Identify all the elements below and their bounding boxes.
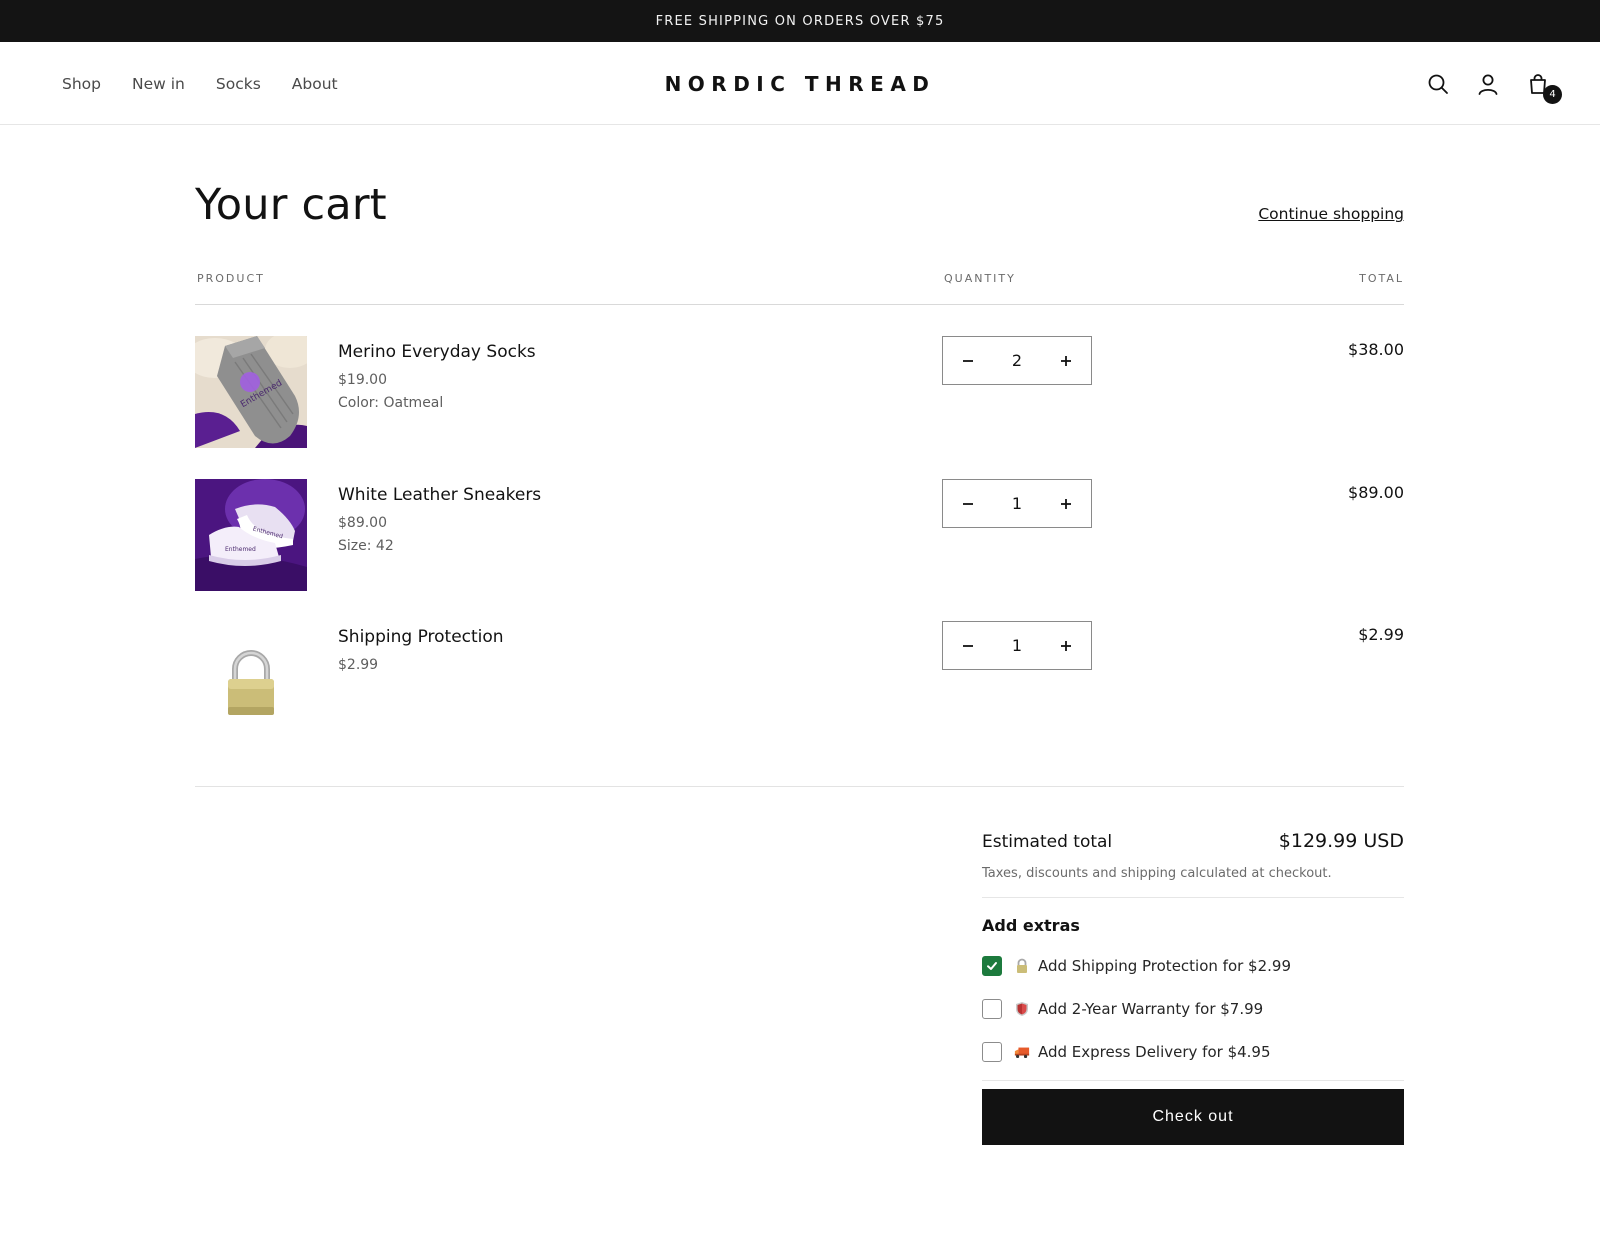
- item-name[interactable]: Merino Everyday Socks: [338, 342, 536, 362]
- quantity-stepper: [942, 621, 1092, 670]
- product-image-socks[interactable]: Enthemed: [195, 336, 307, 448]
- svg-text:Enthemed: Enthemed: [225, 546, 256, 553]
- main-nav: Shop New in Socks About: [62, 42, 338, 125]
- plus-icon: [1061, 355, 1071, 366]
- column-header-quantity: QUANTITY: [944, 272, 1016, 285]
- padlock-icon: [1014, 958, 1030, 974]
- item-price: $19.00: [338, 372, 387, 388]
- cart-item: Enthemed Enthemed White Leather Sneakers…: [195, 479, 1404, 591]
- nav-item-about[interactable]: About: [292, 75, 338, 93]
- item-line-total: $2.99: [1358, 625, 1404, 644]
- decrease-quantity-button[interactable]: [943, 337, 993, 384]
- extra-label: Add Express Delivery for $4.95: [1038, 1043, 1271, 1061]
- quantity-input[interactable]: [994, 351, 1040, 370]
- table-header-divider: [195, 304, 1404, 305]
- quantity-input[interactable]: [994, 494, 1040, 513]
- cart-count-badge: 4: [1543, 84, 1562, 104]
- quantity-input[interactable]: [994, 636, 1040, 655]
- quantity-stepper: [942, 479, 1092, 528]
- nav-item-socks[interactable]: Socks: [216, 75, 261, 93]
- cart-summary: Estimated total $129.99 USD Taxes, disco…: [982, 830, 1404, 1145]
- quantity-stepper: [942, 336, 1092, 385]
- page-title: Your cart: [195, 180, 387, 230]
- extra-label: Add Shipping Protection for $2.99: [1038, 957, 1292, 975]
- item-line-total: $89.00: [1348, 483, 1404, 502]
- minus-icon: [963, 502, 973, 505]
- cart-item: Shipping Protection $2.99 $2.99: [195, 621, 1404, 733]
- extra-label: Add 2-Year Warranty for $7.99: [1038, 1000, 1264, 1018]
- increase-quantity-button[interactable]: [1041, 337, 1091, 384]
- item-line-total: $38.00: [1348, 340, 1404, 359]
- cart-items-divider: [195, 786, 1404, 787]
- increase-quantity-button[interactable]: [1041, 480, 1091, 527]
- checkmark-icon: [987, 962, 997, 970]
- plus-icon: [1061, 640, 1071, 651]
- item-info: Shipping Protection $2.99: [338, 627, 504, 680]
- item-price: $89.00: [338, 515, 387, 531]
- minus-icon: [963, 359, 973, 362]
- estimated-total-row: Estimated total $129.99 USD: [982, 830, 1404, 852]
- item-info: Merino Everyday Socks $19.00 Color: Oatm…: [338, 342, 536, 418]
- cart-icon[interactable]: 4: [1526, 72, 1562, 104]
- increase-quantity-button[interactable]: [1041, 622, 1091, 669]
- plus-icon: [1061, 498, 1071, 509]
- account-icon[interactable]: [1476, 72, 1500, 96]
- checkout-button[interactable]: Check out: [982, 1089, 1404, 1145]
- item-price: $2.99: [338, 657, 379, 673]
- extra-option-express-delivery[interactable]: Add Express Delivery for $4.95: [982, 1041, 1404, 1063]
- padlock-icon: [228, 650, 274, 715]
- column-header-total: TOTAL: [1359, 272, 1404, 285]
- search-icon[interactable]: [1426, 72, 1450, 96]
- extra-option-warranty[interactable]: Add 2-Year Warranty for $7.99: [982, 998, 1404, 1020]
- product-image-sneakers[interactable]: Enthemed Enthemed: [195, 479, 307, 591]
- item-name[interactable]: White Leather Sneakers: [338, 485, 541, 505]
- announcement-text: FREE SHIPPING ON ORDERS OVER $75: [655, 13, 945, 29]
- estimated-total-value: $129.99 USD: [1278, 830, 1404, 852]
- item-info: White Leather Sneakers $89.00 Size: 42: [338, 485, 541, 561]
- announcement-bar: FREE SHIPPING ON ORDERS OVER $75: [0, 0, 1600, 42]
- add-extras-heading: Add extras: [982, 916, 1080, 935]
- item-name[interactable]: Shipping Protection: [338, 627, 504, 647]
- item-option: Color: Oatmeal: [338, 395, 444, 411]
- cart-item: Enthemed Merino Everyday Socks $19.00 Co…: [195, 336, 1404, 448]
- tax-note: Taxes, discounts and shipping calculated…: [982, 866, 1332, 881]
- site-header: Shop New in Socks About NORDIC THREAD 4: [0, 42, 1600, 125]
- extras-divider: [982, 1080, 1404, 1081]
- estimated-total-label: Estimated total: [982, 832, 1113, 852]
- extra-option-shipping-protection[interactable]: Add Shipping Protection for $2.99: [982, 955, 1404, 977]
- extra-checkbox[interactable]: [982, 1042, 1002, 1062]
- summary-divider: [982, 897, 1404, 898]
- extra-checkbox[interactable]: [982, 999, 1002, 1019]
- item-option: Size: 42: [338, 538, 394, 554]
- truck-icon: [1014, 1045, 1030, 1059]
- shield-icon: [1014, 1001, 1030, 1017]
- nav-item-new-in[interactable]: New in: [132, 75, 185, 93]
- decrease-quantity-button[interactable]: [943, 622, 993, 669]
- product-image-shipping-protection[interactable]: [195, 621, 307, 733]
- nav-item-shop[interactable]: Shop: [62, 75, 101, 93]
- minus-icon: [963, 644, 973, 647]
- extra-checkbox[interactable]: [982, 956, 1002, 976]
- header-actions: 4: [1426, 42, 1562, 125]
- column-header-product: PRODUCT: [197, 272, 265, 285]
- decrease-quantity-button[interactable]: [943, 480, 993, 527]
- continue-shopping-link[interactable]: Continue shopping: [1258, 205, 1404, 223]
